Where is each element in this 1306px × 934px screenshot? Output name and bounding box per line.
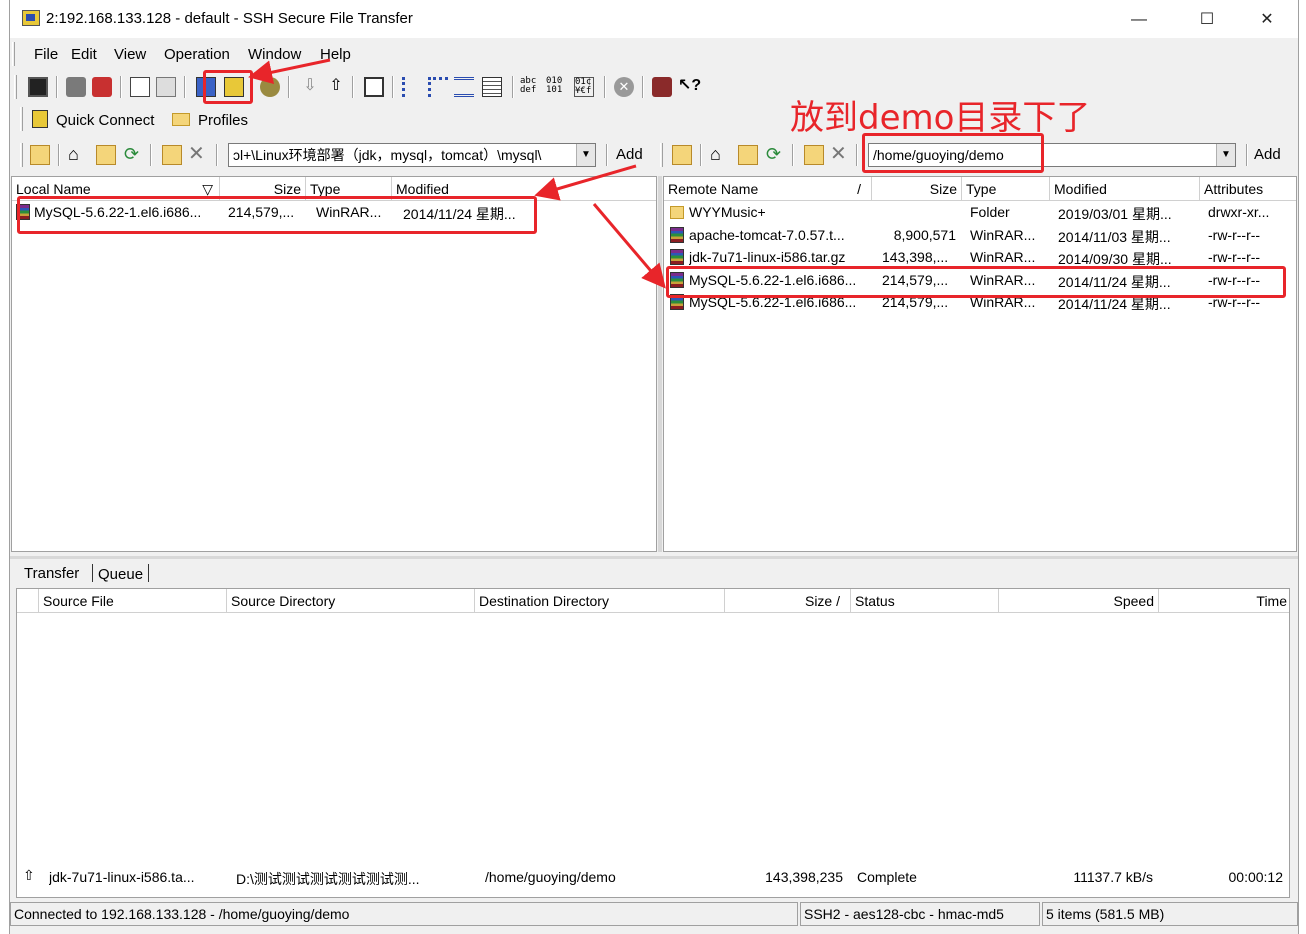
annotation-arrows	[248, 58, 666, 289]
annotation-arrow-to-local-file	[534, 164, 637, 201]
annotation-arrow-to-toolbar	[248, 58, 331, 85]
annotation-arrow-to-remote-file	[592, 203, 666, 289]
